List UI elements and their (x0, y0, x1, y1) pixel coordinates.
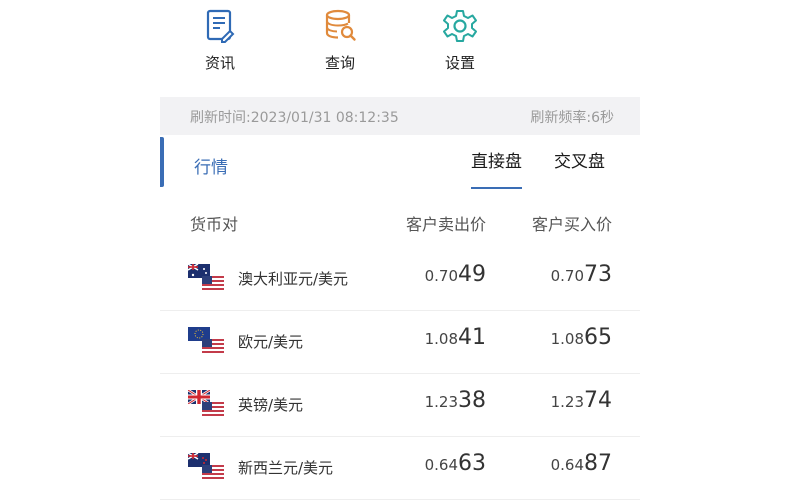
refresh-time: 刷新时间:2023/01/31 08:12:35 (190, 110, 399, 126)
tabs-row: 行情 直接盘 交叉盘 (160, 135, 640, 195)
buy-price: 0.6487 (550, 451, 612, 476)
nav-item-news-label: 资讯 (204, 54, 235, 72)
nav-item-query[interactable]: 查询 (298, 8, 378, 78)
nav-item-query-label: 查询 (324, 54, 355, 72)
header-buy: 客户买入价 (531, 215, 612, 234)
sell-price: 1.0841 (424, 325, 486, 350)
active-indicator (160, 137, 164, 187)
pair-name: 澳大利亚元/美元 (238, 270, 349, 288)
buy-price: 1.0865 (550, 325, 612, 350)
table-row[interactable]: 欧元/美元 1.0841 1.0865 (160, 311, 640, 374)
gear-icon (443, 10, 477, 42)
header-sell: 客户卖出价 (405, 215, 486, 234)
table-row[interactable]: 新西兰元/美元 0.6463 0.6487 (160, 437, 640, 500)
quick-nav: 资讯 查询 设置 (160, 0, 640, 96)
pair-name: 欧元/美元 (238, 333, 304, 351)
buy-price: 0.7073 (550, 262, 612, 287)
news-icon (206, 9, 235, 43)
pair-name: 新西兰元/美元 (238, 459, 334, 477)
sell-price: 0.7049 (424, 262, 486, 287)
tab-cross[interactable]: 交叉盘 (554, 147, 605, 172)
table-header: 货币对 客户卖出价 客户买入价 (160, 195, 640, 245)
header-pair: 货币对 (190, 215, 239, 234)
sell-price: 0.6463 (424, 451, 486, 476)
flag-icon-eur-usd (188, 327, 226, 357)
database-search-icon (325, 9, 356, 41)
nav-item-settings[interactable]: 设置 (418, 8, 498, 78)
flag-icon-nzd-usd (188, 453, 226, 483)
sell-price: 1.2338 (424, 388, 486, 413)
buy-price: 1.2374 (550, 388, 612, 413)
tab-direct[interactable]: 直接盘 (471, 147, 522, 189)
tab-market-label: 行情 (194, 158, 228, 178)
pair-name: 英镑/美元 (238, 396, 304, 414)
table-row[interactable]: 英镑/美元 1.2338 1.2374 (160, 374, 640, 437)
app-screen: 资讯 查询 设置 刷新时间:2023/01/31 08:12:35 刷新频率:6… (160, 0, 640, 500)
table-row[interactable]: 澳大利亚元/美元 0.7049 0.7073 (160, 248, 640, 311)
flag-icon-gbp-usd (188, 390, 226, 420)
flag-icon-aud-usd (188, 264, 226, 294)
refresh-frequency: 刷新频率:6秒 (530, 110, 614, 126)
nav-item-settings-label: 设置 (444, 54, 475, 72)
rate-list: 澳大利亚元/美元 0.7049 0.7073 欧元/美元 1.0841 1.08… (160, 248, 640, 500)
tab-market[interactable]: 行情 (160, 137, 280, 187)
refresh-bar: 刷新时间:2023/01/31 08:12:35 刷新频率:6秒 (160, 97, 640, 135)
nav-item-news[interactable]: 资讯 (178, 8, 258, 78)
